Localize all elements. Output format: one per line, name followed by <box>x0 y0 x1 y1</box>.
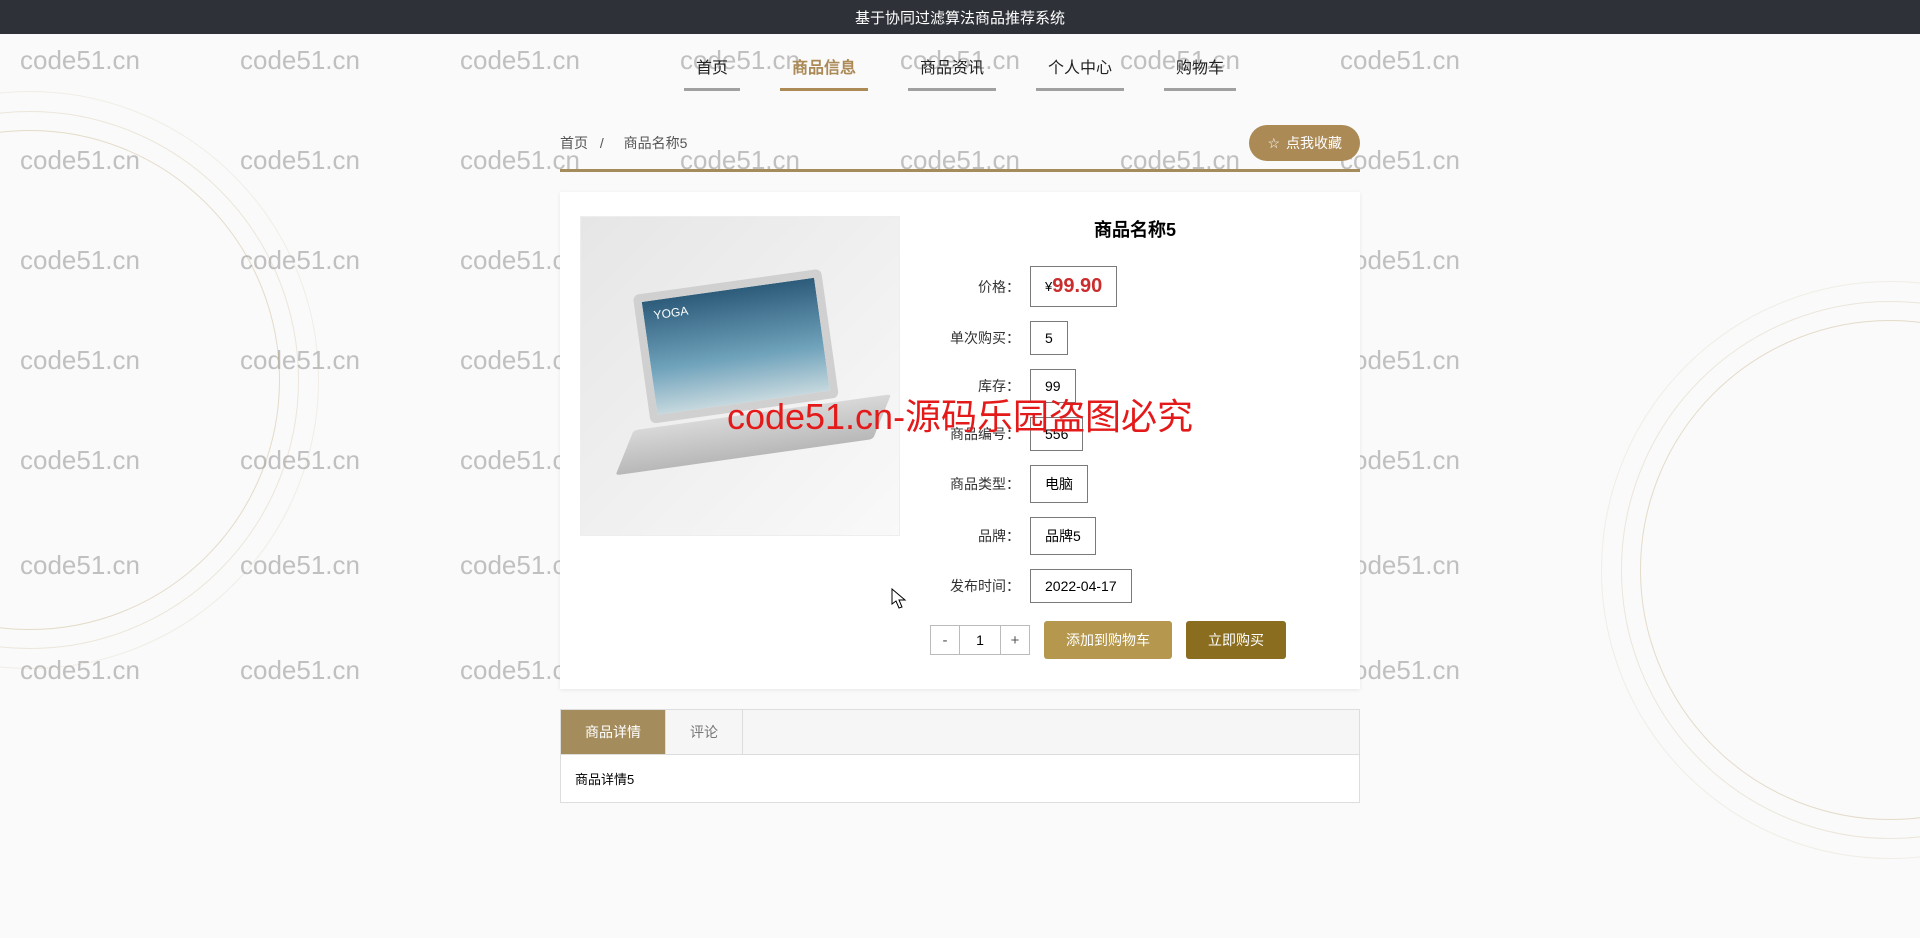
product-field: 商品类型： 电脑 <box>930 465 1340 503</box>
product-actions: - + 添加到购物车 立即购买 <box>930 621 1340 659</box>
qty-minus[interactable]: - <box>930 625 960 655</box>
nav-item[interactable]: 个人中心 <box>1036 48 1124 91</box>
qty-input[interactable] <box>960 625 1000 655</box>
product-title: 商品名称5 <box>930 216 1340 242</box>
favorite-label: 点我收藏 <box>1286 133 1342 153</box>
anti-theft-watermark: code51.cn-源码乐园盗图必究 <box>727 388 1193 440</box>
product-image <box>580 216 900 536</box>
crumb-home[interactable]: 首页 <box>560 135 588 151</box>
field-value: 电脑 <box>1030 465 1088 503</box>
field-value: 5 <box>1030 321 1068 355</box>
nav-item[interactable]: 首页 <box>684 48 740 91</box>
detail-tabs: 商品详情评论 <box>560 709 1360 755</box>
system-title-bar: 基于协同过滤算法商品推荐系统 <box>0 0 1920 34</box>
favorite-button[interactable]: ☆ 点我收藏 <box>1249 125 1360 161</box>
crumb-sep: / <box>600 135 604 151</box>
page-content: 首页 / 商品名称5 ☆ 点我收藏 商品名称5 价格：¥99.90单次购买：5库… <box>560 119 1360 803</box>
qty-plus[interactable]: + <box>1000 625 1030 655</box>
detail-content: 商品详情5 <box>560 755 1360 803</box>
breadcrumb-row: 首页 / 商品名称5 ☆ 点我收藏 <box>560 119 1360 169</box>
laptop-illustration <box>603 265 877 488</box>
tab[interactable]: 商品详情 <box>561 710 666 754</box>
field-value: 2022-04-17 <box>1030 569 1132 603</box>
breadcrumb: 首页 / 商品名称5 <box>560 133 695 153</box>
field-label: 商品类型： <box>930 474 1020 494</box>
field-label: 价格： <box>930 277 1020 297</box>
field-value: 品牌5 <box>1030 517 1096 555</box>
divider-gold <box>560 169 1360 172</box>
tab[interactable]: 评论 <box>666 710 743 754</box>
product-field: 品牌： 品牌5 <box>930 517 1340 555</box>
nav-item[interactable]: 购物车 <box>1164 48 1236 91</box>
main-nav: 首页商品信息商品资讯个人中心购物车 <box>0 48 1920 91</box>
product-panel: 商品名称5 价格：¥99.90单次购买：5库存：99商品编号：556商品类型：电… <box>560 192 1360 689</box>
nav-item[interactable]: 商品信息 <box>780 48 868 91</box>
add-to-cart-button[interactable]: 添加到购物车 <box>1044 621 1172 659</box>
field-label: 单次购买： <box>930 328 1020 348</box>
crumb-current: 商品名称5 <box>624 135 688 151</box>
nav-item[interactable]: 商品资讯 <box>908 48 996 91</box>
decorative-circles-right <box>1640 320 1920 820</box>
product-field: 价格： ¥99.90 <box>930 266 1340 307</box>
system-title: 基于协同过滤算法商品推荐系统 <box>855 7 1065 28</box>
buy-now-button[interactable]: 立即购买 <box>1186 621 1286 659</box>
decorative-circles-left <box>0 130 280 630</box>
star-icon: ☆ <box>1267 135 1280 152</box>
field-value: ¥99.90 <box>1030 266 1117 307</box>
quantity-stepper: - + <box>930 625 1030 655</box>
field-label: 发布时间： <box>930 576 1020 596</box>
field-label: 品牌： <box>930 526 1020 546</box>
product-field: 单次购买： 5 <box>930 321 1340 355</box>
product-field: 发布时间： 2022-04-17 <box>930 569 1340 603</box>
